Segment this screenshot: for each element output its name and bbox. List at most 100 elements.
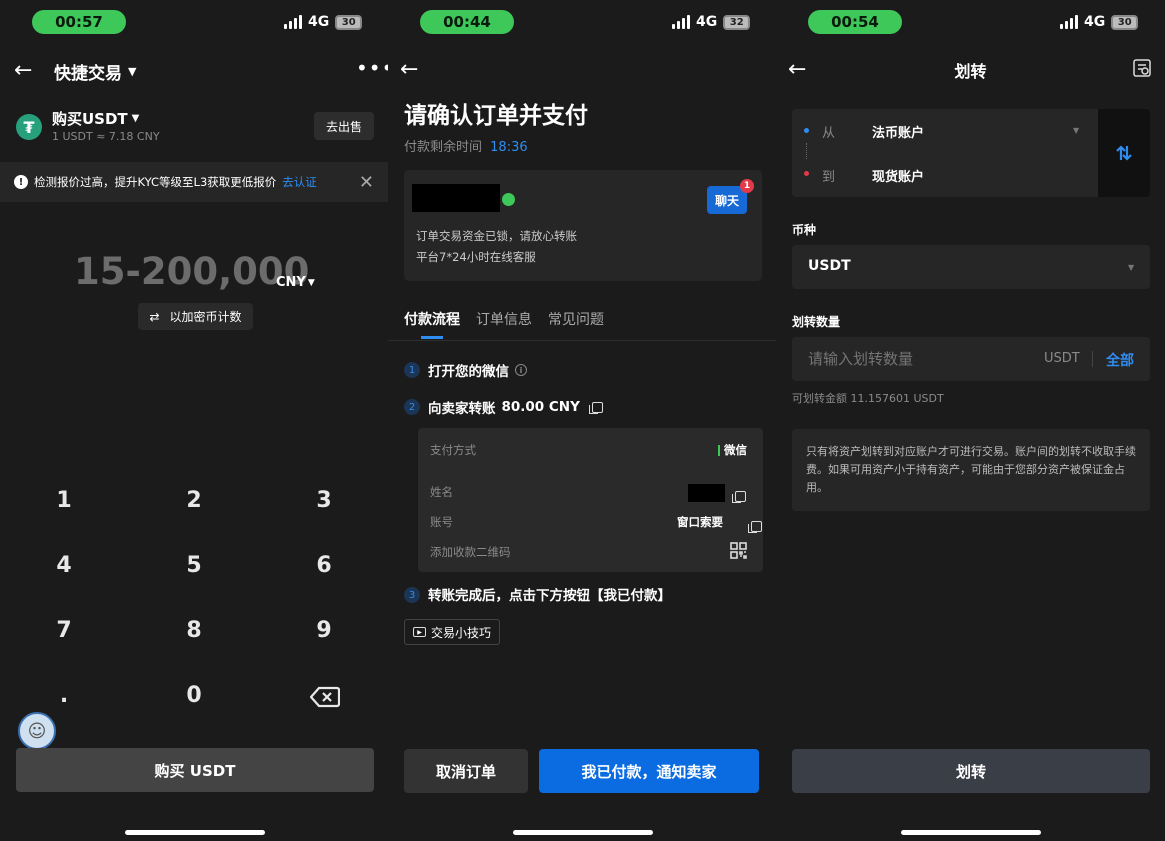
route-line (806, 143, 807, 159)
transfer-submit-button[interactable]: 划转 (792, 749, 1150, 793)
from-account[interactable]: 法币账户 (872, 122, 924, 141)
copy-icon[interactable] (588, 401, 603, 414)
amount-range: 15-200,000 (74, 250, 310, 293)
swap-icon: ⇄ (149, 309, 160, 324)
keypad-key[interactable]: 1 (34, 488, 94, 513)
keypad-key[interactable]: 7 (34, 618, 94, 643)
caret-down-icon: ▼ (1128, 263, 1135, 272)
battery-icon: 30 (1111, 14, 1139, 30)
step-confirm-text: 转账完成后，点击下方按钮【我已付款】 (428, 588, 671, 604)
cancel-order-button[interactable]: 取消订单 (404, 749, 528, 793)
payment-method-value: 微信 (718, 442, 747, 458)
keypad-key[interactable]: 8 (164, 618, 224, 643)
payee-name-redacted (688, 484, 725, 502)
qr-code-icon[interactable] (730, 542, 747, 563)
copy-icon[interactable] (732, 491, 746, 503)
input-divider (1092, 351, 1093, 367)
back-arrow-icon[interactable]: ← (14, 58, 32, 83)
buy-usdt-button[interactable]: 购买 USDT (16, 748, 374, 792)
confirm-paid-button[interactable]: 我已付款，通知卖家 (539, 749, 759, 793)
backspace-icon[interactable] (309, 686, 341, 712)
keypad-key[interactable]: 3 (294, 488, 354, 513)
page-title: 划转 (954, 62, 987, 81)
currency-select[interactable]: USDT ▼ (792, 245, 1150, 289)
transfer-notice: 只有将资产划转到对应账户才可进行交易。账户间的划转不收取手续费。如果可用资产小于… (792, 429, 1150, 511)
verified-badge-icon (502, 193, 515, 206)
step-transfer: 向卖家转账 80.00 CNY (428, 397, 603, 417)
all-button[interactable]: 全部 (1106, 350, 1134, 370)
trading-tips-label: 交易小技巧 (431, 625, 492, 640)
asset-selector[interactable]: 购买USDT ▼ (52, 108, 139, 129)
wechat-marker (718, 444, 720, 456)
status-indicators: 4G 30 (1060, 14, 1139, 30)
close-icon[interactable]: ✕ (359, 172, 374, 193)
keypad-key[interactable]: 5 (164, 553, 224, 578)
from-label: 从 (822, 126, 836, 141)
active-tab-indicator (421, 336, 443, 339)
keypad-key[interactable]: . (34, 683, 94, 708)
amount-unit: USDT (1044, 351, 1080, 366)
countdown-value: 18:36 (490, 140, 528, 155)
from-dot (804, 128, 809, 133)
swap-accounts-button[interactable] (1098, 109, 1150, 197)
caret-down-icon: ▼ (128, 65, 137, 78)
amount-input[interactable] (808, 347, 1028, 371)
account-label: 账号 (430, 515, 453, 529)
fiat-currency-selector[interactable]: CNY ▼ (276, 275, 315, 290)
fiat-currency: CNY (276, 275, 306, 290)
back-arrow-icon[interactable]: ← (400, 57, 418, 82)
to-account[interactable]: 现货账户 (872, 166, 924, 185)
page-title: 快捷交易 (54, 64, 122, 84)
crypto-count-label: 以加密币计数 (169, 310, 242, 324)
video-icon: ▶ (413, 627, 426, 637)
confirm-payment-screen: 00:44 4G 32 ← 请确认订单并支付 付款剩余时间 18:36 聊天 1… (388, 0, 776, 841)
keypad-key[interactable]: 0 (164, 683, 224, 708)
more-icon[interactable]: ••• (356, 56, 388, 80)
countdown-label: 付款剩余时间 (404, 140, 483, 155)
account-route-box: 从 法币账户 ▼ 到 现货账户 (792, 109, 1098, 197)
seller-card: 聊天 1 订单交易资金已锁，请放心转账 平台7*24小时在线客服 (404, 170, 762, 281)
keypad-key[interactable]: 9 (294, 618, 354, 643)
quick-trade-screen: 00:57 4G 30 ← 快捷交易 ▼ ••• ₮ 购买USDT ▼ 1 US… (0, 0, 388, 841)
tab-payment-flow[interactable]: 付款流程 (404, 309, 460, 329)
lock-notice: 订单交易资金已锁，请放心转账 (416, 229, 577, 243)
transfer-screen: 00:54 4G 30 ← 划转 从 法币账户 ▼ 到 现货账户 币种 USDT… (776, 0, 1165, 841)
copy-icon[interactable] (748, 521, 763, 533)
support-notice: 平台7*24小时在线客服 (416, 250, 536, 264)
keypad-key[interactable]: 4 (34, 553, 94, 578)
signal-icon (284, 15, 302, 29)
status-time: 00:44 (420, 10, 514, 34)
trading-tips-button[interactable]: ▶ 交易小技巧 (404, 619, 501, 645)
step-number: 2 (404, 399, 420, 415)
tab-order-info[interactable]: 订单信息 (476, 309, 532, 329)
step-number: 3 (404, 587, 420, 603)
info-icon: ! (14, 175, 28, 189)
sell-button[interactable]: 去出售 (314, 112, 374, 140)
crypto-count-toggle[interactable]: ⇄ 以加密币计数 (138, 303, 253, 330)
signal-icon (672, 15, 690, 29)
signal-icon (1060, 15, 1078, 29)
info-icon[interactable]: i (515, 364, 527, 376)
network-label: 4G (308, 14, 330, 30)
network-label: 4G (1084, 14, 1106, 30)
step-open-wechat: 打开您的微信 i (428, 360, 527, 380)
status-indicators: 4G 32 (672, 14, 751, 30)
caret-down-icon[interactable]: ▼ (1073, 126, 1079, 135)
tab-faq[interactable]: 常见问题 (548, 309, 604, 329)
status-indicators: 4G 30 (284, 14, 363, 30)
keypad-key[interactable]: 6 (294, 553, 354, 578)
to-label: 到 (822, 170, 836, 185)
battery-icon: 30 (335, 14, 363, 30)
keypad-key[interactable]: 2 (164, 488, 224, 513)
support-avatar-icon[interactable]: ☺ (18, 712, 56, 750)
verify-link[interactable]: 去认证 (282, 174, 317, 190)
home-indicator (513, 830, 653, 835)
currency-label: 币种 (792, 223, 817, 237)
page-title-dropdown[interactable]: 快捷交易 ▼ (54, 59, 136, 84)
history-icon[interactable] (1132, 58, 1152, 82)
step-text: 打开您的微信 (428, 364, 509, 380)
payment-details-card: 支付方式 微信 姓名 账号 窗口索要 添加收款二维码 (418, 428, 763, 572)
amount-label: 划转数量 (792, 315, 841, 329)
home-indicator (901, 830, 1041, 835)
home-indicator (125, 830, 265, 835)
